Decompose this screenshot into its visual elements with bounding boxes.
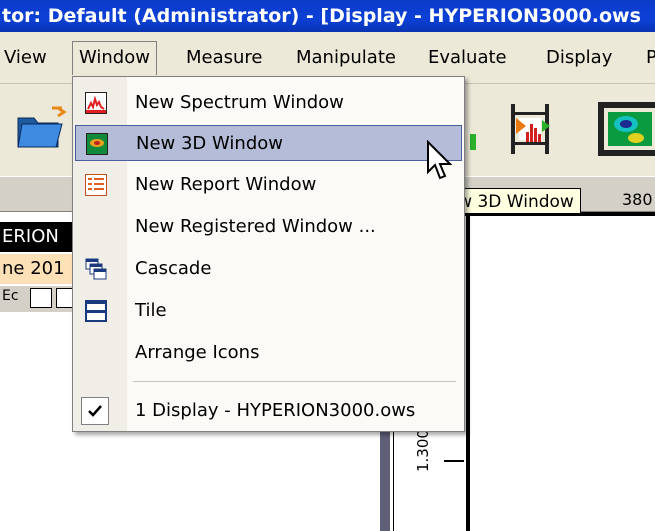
menu-item-arrange-icons[interactable]: Arrange Icons	[75, 335, 462, 371]
menu-measure[interactable]: Measure	[180, 43, 269, 73]
menu-display[interactable]: Display	[540, 43, 618, 73]
menu-evaluate[interactable]: Evaluate	[422, 43, 513, 73]
left-ctrl-text[interactable]: Ec	[2, 288, 19, 304]
spectrum-window-icon	[85, 92, 107, 114]
y-tick-label: 1.300	[414, 429, 432, 472]
menu-item-label: New Registered Window ...	[135, 216, 376, 237]
menu-item-label: Tile	[135, 300, 167, 321]
y-axis-line	[466, 212, 470, 531]
menu-manipulate[interactable]: Manipulate	[290, 43, 402, 73]
menu-item-new-report-window[interactable]: New Report Window	[75, 167, 462, 203]
menu-item-label: New Report Window	[135, 174, 317, 195]
toolbar-green-icon[interactable]	[470, 134, 476, 150]
menu-item-tile[interactable]: Tile	[75, 293, 462, 329]
x-tick-label: 380	[622, 190, 653, 209]
menu-item-new-registered-window[interactable]: New Registered Window ...	[75, 209, 462, 245]
mouse-cursor-icon	[426, 139, 454, 184]
menu-item-label: New Spectrum Window	[135, 92, 344, 113]
left-panel: ERION ne 201 Ec	[0, 212, 80, 531]
window-menu: New Spectrum Window New 3D Window New Re…	[72, 76, 465, 432]
menu-window[interactable]: Window	[72, 41, 157, 75]
title-bar: tor: Default (Administrator) - [Display …	[0, 0, 655, 32]
menu-separator	[133, 381, 456, 382]
menu-item-label: Arrange Icons	[135, 342, 260, 363]
menu-item-label: New 3D Window	[136, 133, 283, 154]
menu-item-cascade[interactable]: Cascade	[75, 251, 462, 287]
left-ctrl-button[interactable]	[30, 288, 52, 308]
menu-item-new-3d-window[interactable]: New 3D Window	[75, 125, 462, 161]
left-name-label: ERION	[0, 222, 80, 252]
menu-view[interactable]: View	[0, 43, 53, 73]
tile-icon	[85, 300, 107, 322]
checkmark-icon	[81, 397, 109, 425]
3d-film-icon[interactable]	[596, 100, 655, 158]
left-date-label: ne 201	[0, 254, 80, 284]
menu-item-new-spectrum-window[interactable]: New Spectrum Window	[75, 85, 462, 121]
left-controls: Ec	[0, 286, 80, 312]
3d-window-icon	[86, 133, 108, 155]
cascade-icon	[85, 258, 107, 280]
report-window-icon	[85, 174, 107, 196]
menu-item-label: 1 Display - HYPERION3000.ows	[135, 400, 416, 421]
menu-item-label: Cascade	[135, 258, 212, 279]
menu-p[interactable]: P	[640, 43, 655, 73]
open-folder-icon[interactable]	[16, 106, 68, 152]
menu-item-display-window[interactable]: 1 Display - HYPERION3000.ows	[75, 393, 462, 429]
spectrum-animation-icon[interactable]	[516, 114, 550, 146]
window-title: tor: Default (Administrator) - [Display …	[2, 5, 641, 27]
y-axis-tick	[444, 460, 464, 462]
